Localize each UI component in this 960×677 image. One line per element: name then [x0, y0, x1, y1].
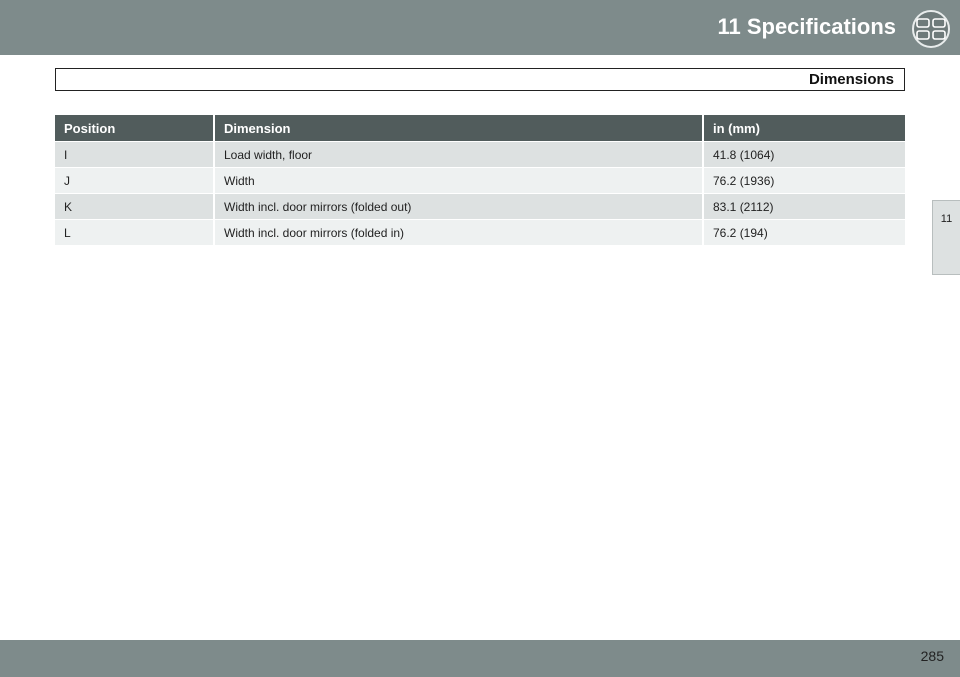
spec-badge-icon	[912, 10, 950, 48]
table-row: J Width 76.2 (1936)	[55, 167, 905, 193]
column-header-position: Position	[55, 115, 215, 141]
cell-position: K	[55, 193, 215, 219]
cell-position: I	[55, 141, 215, 167]
column-header-dimension: Dimension	[215, 115, 704, 141]
chapter-title: 11 Specifications	[717, 14, 896, 39]
cell-position: J	[55, 167, 215, 193]
section-title: Dimensions	[808, 71, 894, 88]
section-header: Dimensions	[55, 68, 905, 91]
cell-measure: 41.8 (1064)	[704, 141, 905, 167]
header-band: 11 Specifications	[0, 0, 960, 55]
chapter-side-tab: 11	[932, 200, 960, 275]
cell-measure: 76.2 (194)	[704, 219, 905, 245]
column-header-measure: in (mm)	[704, 115, 905, 141]
dimensions-table: Position Dimension in (mm) I Load width,…	[55, 115, 905, 245]
table-row: I Load width, floor 41.8 (1064)	[55, 141, 905, 167]
cell-dimension: Width incl. door mirrors (folded in)	[215, 219, 704, 245]
cell-dimension: Width	[215, 167, 704, 193]
cell-measure: 83.1 (2112)	[704, 193, 905, 219]
table-row: L Width incl. door mirrors (folded in) 7…	[55, 219, 905, 245]
cell-position: L	[55, 219, 215, 245]
side-tab-label: 11	[940, 213, 953, 225]
cell-measure: 76.2 (1936)	[704, 167, 905, 193]
cell-dimension: Load width, floor	[215, 141, 704, 167]
table-row: K Width incl. door mirrors (folded out) …	[55, 193, 905, 219]
cell-dimension: Width incl. door mirrors (folded out)	[215, 193, 704, 219]
footer-band: 285	[0, 640, 960, 677]
page-number: 285	[920, 648, 944, 664]
table-header-row: Position Dimension in (mm)	[55, 115, 905, 141]
